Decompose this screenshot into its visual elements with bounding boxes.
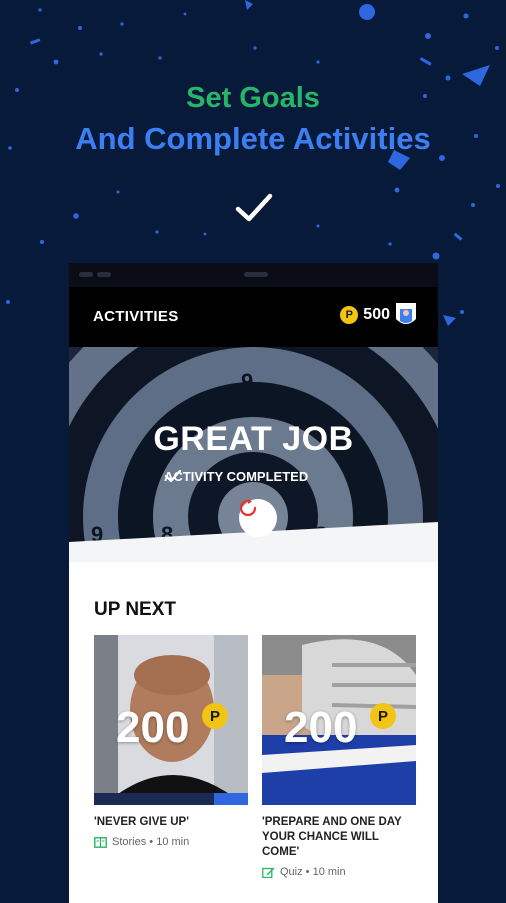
coin-icon: P	[370, 703, 396, 729]
card-meta: Quiz • 10 min	[262, 866, 416, 878]
activity-completed-label: ACTIVITY COMPLETED	[164, 469, 309, 484]
coin-icon: P	[202, 703, 228, 729]
card-points: 200	[116, 703, 190, 752]
card-meta-text: Quiz • 10 min	[280, 866, 346, 878]
card-title: 'NEVER GIVE UP'	[94, 816, 189, 828]
up-next-heading: UP NEXT	[94, 599, 177, 620]
activity-card[interactable]: 200 P 'NEVER GIVE UP' Stories • 10 min	[94, 635, 248, 848]
jersey-badge-icon[interactable]	[394, 301, 418, 329]
phone-mockup: ACTIVITIES P 500 9 8 9 GREAT JOB ACTIVIT…	[69, 263, 438, 903]
headline-line-1: Set Goals	[186, 82, 320, 114]
card-meta: Stories • 10 min	[94, 836, 248, 848]
card-title: 'PREPARE AND ONE DAY YOUR CHANCE WILL CO…	[262, 816, 402, 858]
replay-button[interactable]	[239, 499, 277, 537]
card-thumbnail: 200 P	[94, 635, 248, 805]
points-balance[interactable]: P 500	[340, 306, 390, 324]
hero-completed-banner: 9 8 8 9 9 GREAT JOB ACTIVITY COMPLETED	[69, 347, 438, 562]
coin-icon: P	[340, 306, 359, 324]
status-bar	[69, 263, 438, 287]
quiz-edit-icon	[262, 867, 275, 878]
headline-line-2: And Complete Activities	[75, 121, 431, 156]
replay-icon	[239, 499, 257, 517]
hero-subtitle: ACTIVITY COMPLETED	[164, 469, 308, 484]
activity-card[interactable]: 200 P 'PREPARE AND ONE DAY YOUR CHANCE W…	[262, 635, 416, 878]
page-title: ACTIVITIES	[93, 308, 179, 325]
hero-title: GREAT JOB	[153, 420, 354, 458]
app-header: ACTIVITIES P 500	[69, 287, 438, 347]
card-thumbnail: 200 P	[262, 635, 416, 805]
points-value: 500	[363, 306, 390, 323]
check-icon	[164, 469, 182, 483]
stories-icon	[94, 836, 107, 848]
card-points: 200	[284, 703, 358, 752]
checkmark-icon	[235, 193, 273, 222]
card-meta-text: Stories • 10 min	[112, 836, 190, 848]
